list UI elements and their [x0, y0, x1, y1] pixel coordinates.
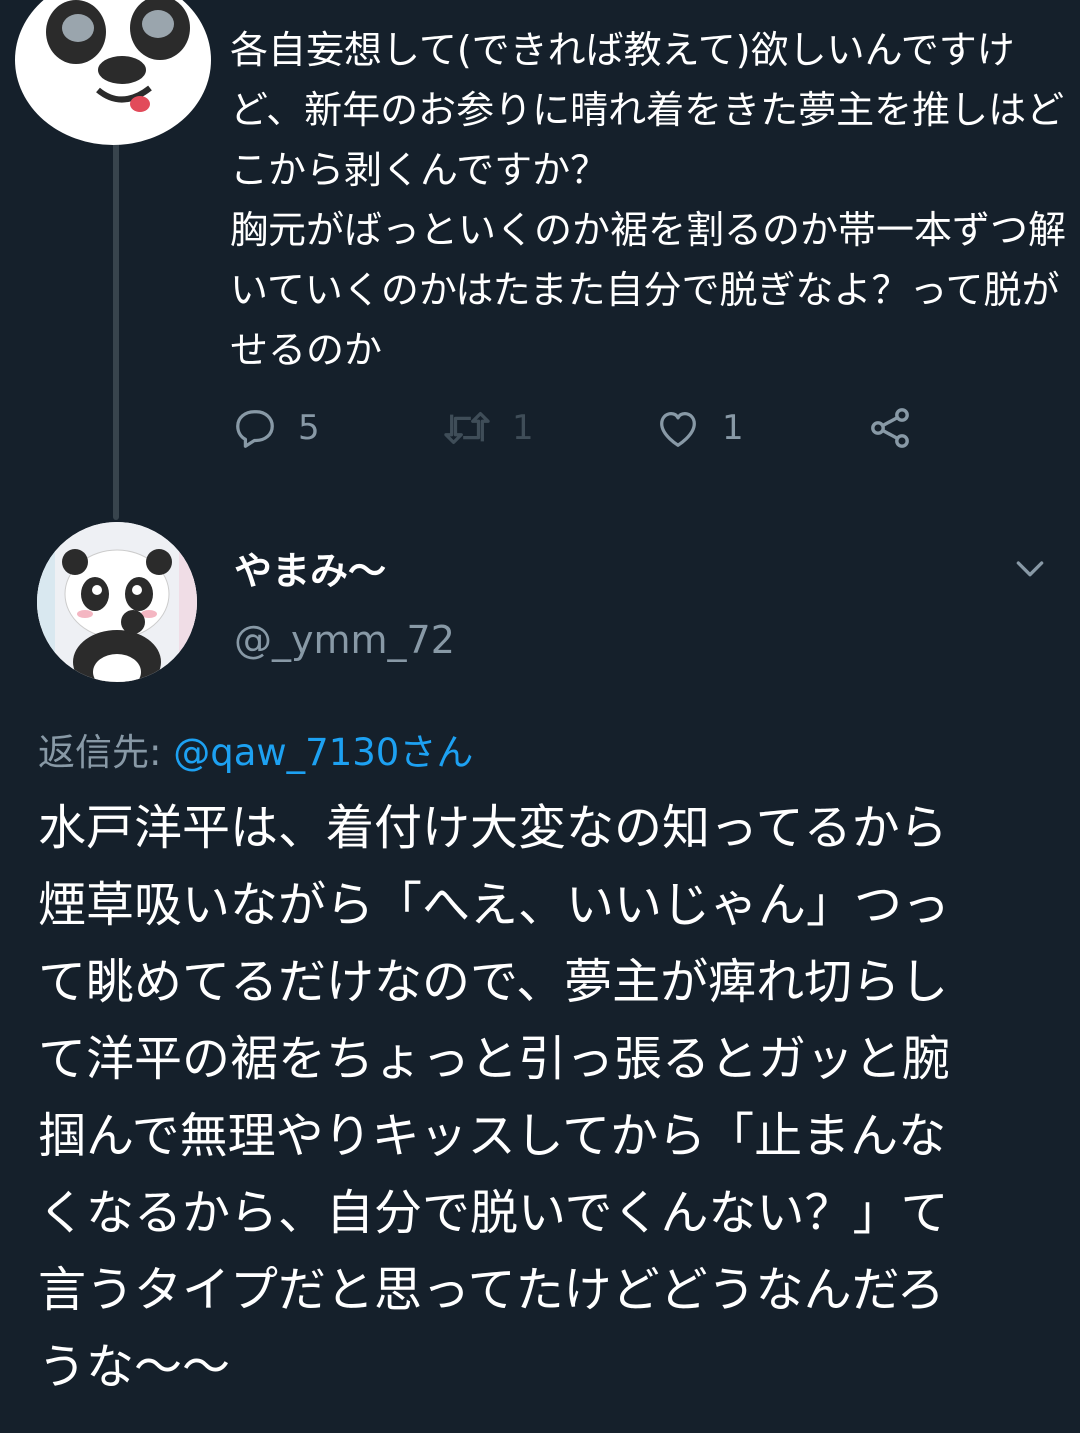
retweet-count: 1: [512, 408, 534, 448]
reply-mention-link[interactable]: @qaw_7130さん: [173, 731, 473, 774]
thread-connector-line: [113, 140, 119, 520]
parent-avatar[interactable]: [10, 0, 216, 148]
tweet-line: うな〜〜: [38, 1339, 231, 1395]
tweet-line: て眺めてるだけなので、夢主が痺れ切らし: [38, 954, 949, 1010]
tweet-line: せるのか: [230, 328, 383, 372]
tweet-line: 各自妄想して(できれば教えて)欲しいんですけ: [230, 28, 1015, 72]
reply-icon: [236, 410, 274, 448]
reply-count: 5: [298, 408, 320, 448]
like-button[interactable]: 1: [654, 398, 744, 458]
parent-tweet-text: 各自妄想して(できれば教えて)欲しいんですけ ど、新年のお参りに晴れ着をきた夢主…: [230, 20, 1067, 380]
tweet-line: て洋平の裾をちょっと引っ張るとガッと腕: [38, 1031, 951, 1087]
tweet-line: 掴んで無理やりキッスしてから「止まんな: [38, 1108, 947, 1164]
heart-icon: [660, 411, 696, 447]
reply-tweet-text: 水戸洋平は、着付け大変なの知ってるから 煙草吸いながら「へえ、いいじゃん」つっ …: [38, 790, 1068, 1406]
panda-avatar-image: [37, 522, 197, 682]
user-handle[interactable]: @_ymm_72: [234, 618, 455, 662]
tweet-line: 水戸洋平は、着付け大変なの知ってるから: [38, 800, 948, 856]
chevron-down-icon: [1016, 561, 1044, 577]
tweet-line: 胸元がばっといくのか裾を割るのか帯一本ずつ解: [230, 208, 1067, 252]
tweet-line: いていくのかはたまた自分で脱ぎなよ？って脱が: [230, 268, 1060, 312]
tweet-line: くなるから、自分で脱いでくんない？」て: [38, 1185, 949, 1241]
share-icon: [871, 408, 909, 448]
like-count: 1: [722, 408, 744, 448]
tweet-line: 煙草吸いながら「へえ、いいじゃん」つっ: [38, 877, 951, 933]
user-avatar[interactable]: [37, 522, 197, 682]
reply-label: 返信先:: [38, 731, 174, 774]
tweet-action-bar: 5 1 1: [232, 398, 932, 458]
tweet-line: ど、新年のお参りに晴れ着をきた夢主を推しはど: [230, 88, 1065, 132]
retweet-button[interactable]: 1: [442, 398, 534, 458]
more-options-button[interactable]: [1010, 548, 1050, 588]
tweet-line: 言うタイプだと思ってたけどどうなんだろ: [38, 1262, 945, 1318]
panda-avatar-image: [15, 0, 211, 145]
retweet-icon: [444, 411, 490, 445]
tweet-line: こから剥くんですか？: [230, 148, 609, 192]
reply-context: 返信先: @qaw_7130さん: [38, 722, 473, 776]
display-name[interactable]: やまみ〜: [234, 540, 386, 595]
reply-button[interactable]: 5: [232, 398, 320, 458]
share-button[interactable]: [866, 398, 914, 458]
